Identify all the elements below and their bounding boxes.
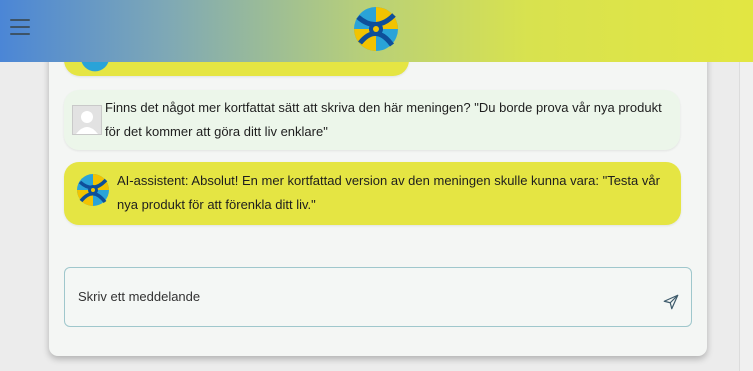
message-input[interactable] [78, 286, 638, 306]
page-scrollbar[interactable] [739, 62, 753, 371]
assistant-logo-icon [354, 7, 398, 51]
user-message-text: Finns det något mer kortfattat sätt att … [105, 100, 662, 139]
assistant-avatar-icon [77, 174, 109, 206]
assistant-message: AI-assistent: Absolut! En mer kortfattad… [64, 162, 681, 225]
send-icon[interactable] [662, 293, 680, 311]
hamburger-menu-icon[interactable] [9, 17, 32, 37]
user-message: Finns det något mer kortfattat sätt att … [64, 90, 680, 150]
user-avatar-icon [72, 105, 102, 135]
chat-panel: Finns det något mer kortfattat sätt att … [49, 30, 707, 356]
message-composer [64, 267, 692, 327]
header-bar [0, 0, 753, 62]
assistant-message-text: AI-assistent: Absolut! En mer kortfattad… [117, 173, 660, 212]
